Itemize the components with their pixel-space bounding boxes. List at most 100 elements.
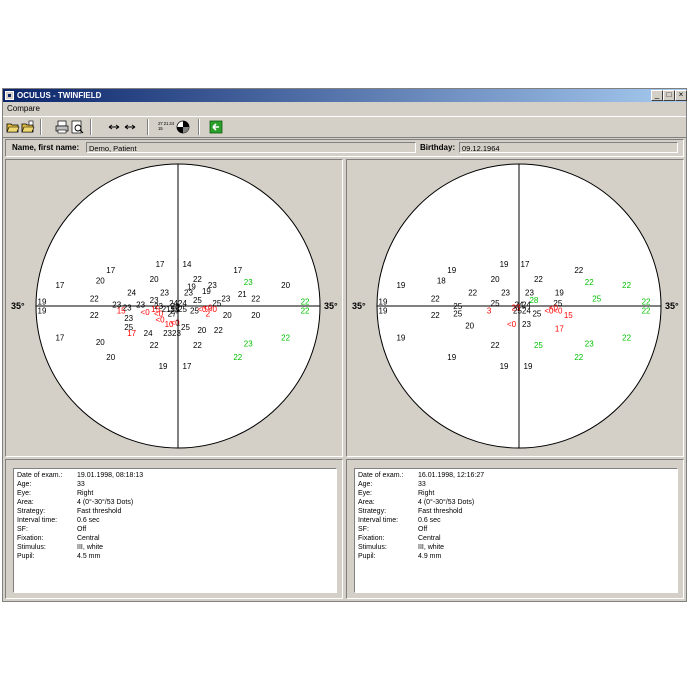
exam-info-value: 0.6 sec bbox=[418, 517, 441, 524]
exam-info-key: Age: bbox=[17, 481, 32, 488]
gray-scale-icon[interactable] bbox=[176, 120, 190, 134]
exam-info-key: Stimulus: bbox=[17, 544, 46, 551]
threshold-value: 22 bbox=[251, 295, 260, 304]
open-folder-2-icon[interactable] bbox=[21, 120, 35, 134]
toolbar-separator bbox=[90, 119, 92, 135]
threshold-value: 19 bbox=[396, 281, 405, 290]
exam-info-key: Fixation: bbox=[17, 535, 44, 542]
birthday-label: Birthday: bbox=[420, 143, 456, 152]
patient-bar: Name, first name: Demo, Patient Birthday… bbox=[5, 139, 684, 157]
exam-info-value: 19.01.1998, 08:18:13 bbox=[77, 472, 144, 479]
title-bar: OCULUS - TWINFIELD _ □ × bbox=[3, 89, 687, 102]
exam-info-key: Area: bbox=[358, 499, 375, 506]
threshold-value: 22 bbox=[301, 298, 310, 307]
threshold-value: 20 bbox=[223, 311, 232, 320]
threshold-value: 15 bbox=[564, 311, 573, 320]
threshold-value: 23 bbox=[244, 339, 253, 348]
threshold-value: 17 bbox=[55, 333, 64, 342]
threshold-value: 17 bbox=[233, 266, 242, 275]
open-folder-icon[interactable] bbox=[6, 120, 20, 134]
visual-field-panel-right: 35° 35° 19 17 19 22 18 20 22 22 19 22 22 23 23 19 22 28 25… bbox=[346, 159, 684, 457]
threshold-value: 25 bbox=[190, 306, 199, 315]
axis-label-left: 35° bbox=[352, 301, 366, 311]
exam-info-key: SF: bbox=[17, 526, 28, 533]
threshold-value: 22 bbox=[585, 278, 594, 287]
threshold-value: 23 bbox=[124, 314, 133, 323]
visual-field-panel-left: 35° 35° 17 14 17 17 20 20 22 23 17 19 23 20 24 23 23 19 21… bbox=[5, 159, 343, 457]
threshold-value: 18 bbox=[437, 277, 446, 286]
threshold-value: 25 bbox=[453, 309, 462, 318]
threshold-value: 22 bbox=[642, 306, 651, 315]
threshold-value: 20 bbox=[197, 326, 206, 335]
threshold-value: 17 bbox=[183, 362, 192, 371]
exam-info-value: Right bbox=[77, 490, 94, 497]
visual-field-chart-right: 35° 35°19 1719 2218 20 22 2219 2222 23 23 1922 28 25… bbox=[352, 163, 679, 449]
threshold-value: <0 bbox=[553, 306, 563, 315]
threshold-value: 22 bbox=[193, 341, 202, 350]
arrows-icon[interactable] bbox=[107, 120, 139, 134]
threshold-value: 10 bbox=[165, 320, 174, 329]
threshold-value: 17 bbox=[156, 260, 165, 269]
threshold-value: 20 bbox=[251, 311, 260, 320]
threshold-value: 22 bbox=[90, 311, 99, 320]
exam-info-key: Interval time: bbox=[358, 517, 399, 524]
exam-info-value: 16.01.1998, 12:16:27 bbox=[418, 472, 485, 479]
exam-info-key: Stimulus: bbox=[358, 544, 387, 551]
exam-info-key: Date of exam.: bbox=[358, 472, 404, 479]
threshold-value: 19 bbox=[447, 266, 456, 275]
exam-info-value: Fast threshold bbox=[418, 508, 463, 515]
threshold-value: 20 bbox=[150, 275, 159, 284]
threshold-value: 22 bbox=[491, 341, 500, 350]
maximize-button[interactable]: □ bbox=[663, 90, 675, 101]
threshold-value: 20 bbox=[281, 281, 290, 290]
threshold-value: 25 bbox=[532, 309, 541, 318]
threshold-value: 20 bbox=[96, 277, 105, 286]
exam-info-key: Strategy: bbox=[358, 508, 387, 515]
threshold-value: 2 bbox=[206, 309, 211, 318]
exam-info-value: Fast threshold bbox=[77, 508, 122, 515]
threshold-value: 19 bbox=[202, 287, 211, 296]
back-icon[interactable] bbox=[209, 120, 223, 134]
menu-compare[interactable]: Compare bbox=[7, 104, 40, 114]
exam-info-value: III, white bbox=[77, 544, 104, 551]
threshold-value: <0 bbox=[141, 308, 151, 317]
print-preview-icon[interactable] bbox=[70, 120, 84, 134]
threshold-value: 23 bbox=[501, 289, 510, 298]
exam-info-value: Off bbox=[418, 526, 428, 533]
threshold-value: 17 bbox=[106, 266, 115, 275]
birthday-field: 09.12.1964 bbox=[459, 142, 678, 153]
name-label: Name, first name: bbox=[12, 143, 80, 152]
close-button[interactable]: × bbox=[675, 90, 687, 101]
threshold-value: 23 bbox=[585, 339, 594, 348]
exam-info-key: Eye: bbox=[17, 490, 32, 497]
compare-numbers-icon[interactable]: 27 21 24 15 bbox=[158, 121, 174, 135]
threshold-value: 23 bbox=[522, 320, 531, 329]
threshold-value: 20 bbox=[96, 338, 105, 347]
threshold-value: 22 bbox=[642, 298, 651, 307]
toolbar-separator bbox=[198, 119, 200, 135]
exam-panel-right: Date of exam.: 16.01.1998, 12:16:27 Age: 33… bbox=[346, 459, 684, 599]
threshold-value: 19 bbox=[524, 362, 533, 371]
threshold-value: 22 bbox=[468, 289, 477, 298]
threshold-value: 22 bbox=[574, 353, 583, 362]
toolbar: 27 21 24 15 bbox=[3, 116, 686, 138]
threshold-value: 17 bbox=[55, 281, 64, 290]
threshold-value: 1 bbox=[176, 318, 181, 327]
exam-info-right: Date of exam.: 16.01.1998, 12:16:27 Age: 33… bbox=[354, 468, 678, 593]
axis-label-left: 35° bbox=[11, 301, 25, 311]
threshold-value: 25 bbox=[491, 299, 500, 308]
exam-info-key: Area: bbox=[17, 499, 34, 506]
exam-info-value: 0.6 sec bbox=[77, 517, 100, 524]
threshold-value: 19 bbox=[38, 306, 47, 315]
patient-name-field: Demo, Patient bbox=[86, 142, 416, 153]
visual-field-chart-left: 35° 35°17 1417 1720 20 22 2317 19 23 2024 23 23 19 21… bbox=[11, 163, 338, 449]
threshold-value: 22 bbox=[301, 306, 310, 315]
threshold-value: 22 bbox=[574, 266, 583, 275]
threshold-value: 21 bbox=[238, 290, 247, 299]
threshold-value: <0 bbox=[507, 320, 517, 329]
print-icon[interactable] bbox=[55, 120, 69, 134]
exam-info-value: III, white bbox=[418, 544, 445, 551]
exam-info-value: 33 bbox=[77, 481, 85, 488]
minimize-button[interactable]: _ bbox=[651, 90, 663, 101]
threshold-value: 22 bbox=[431, 295, 440, 304]
